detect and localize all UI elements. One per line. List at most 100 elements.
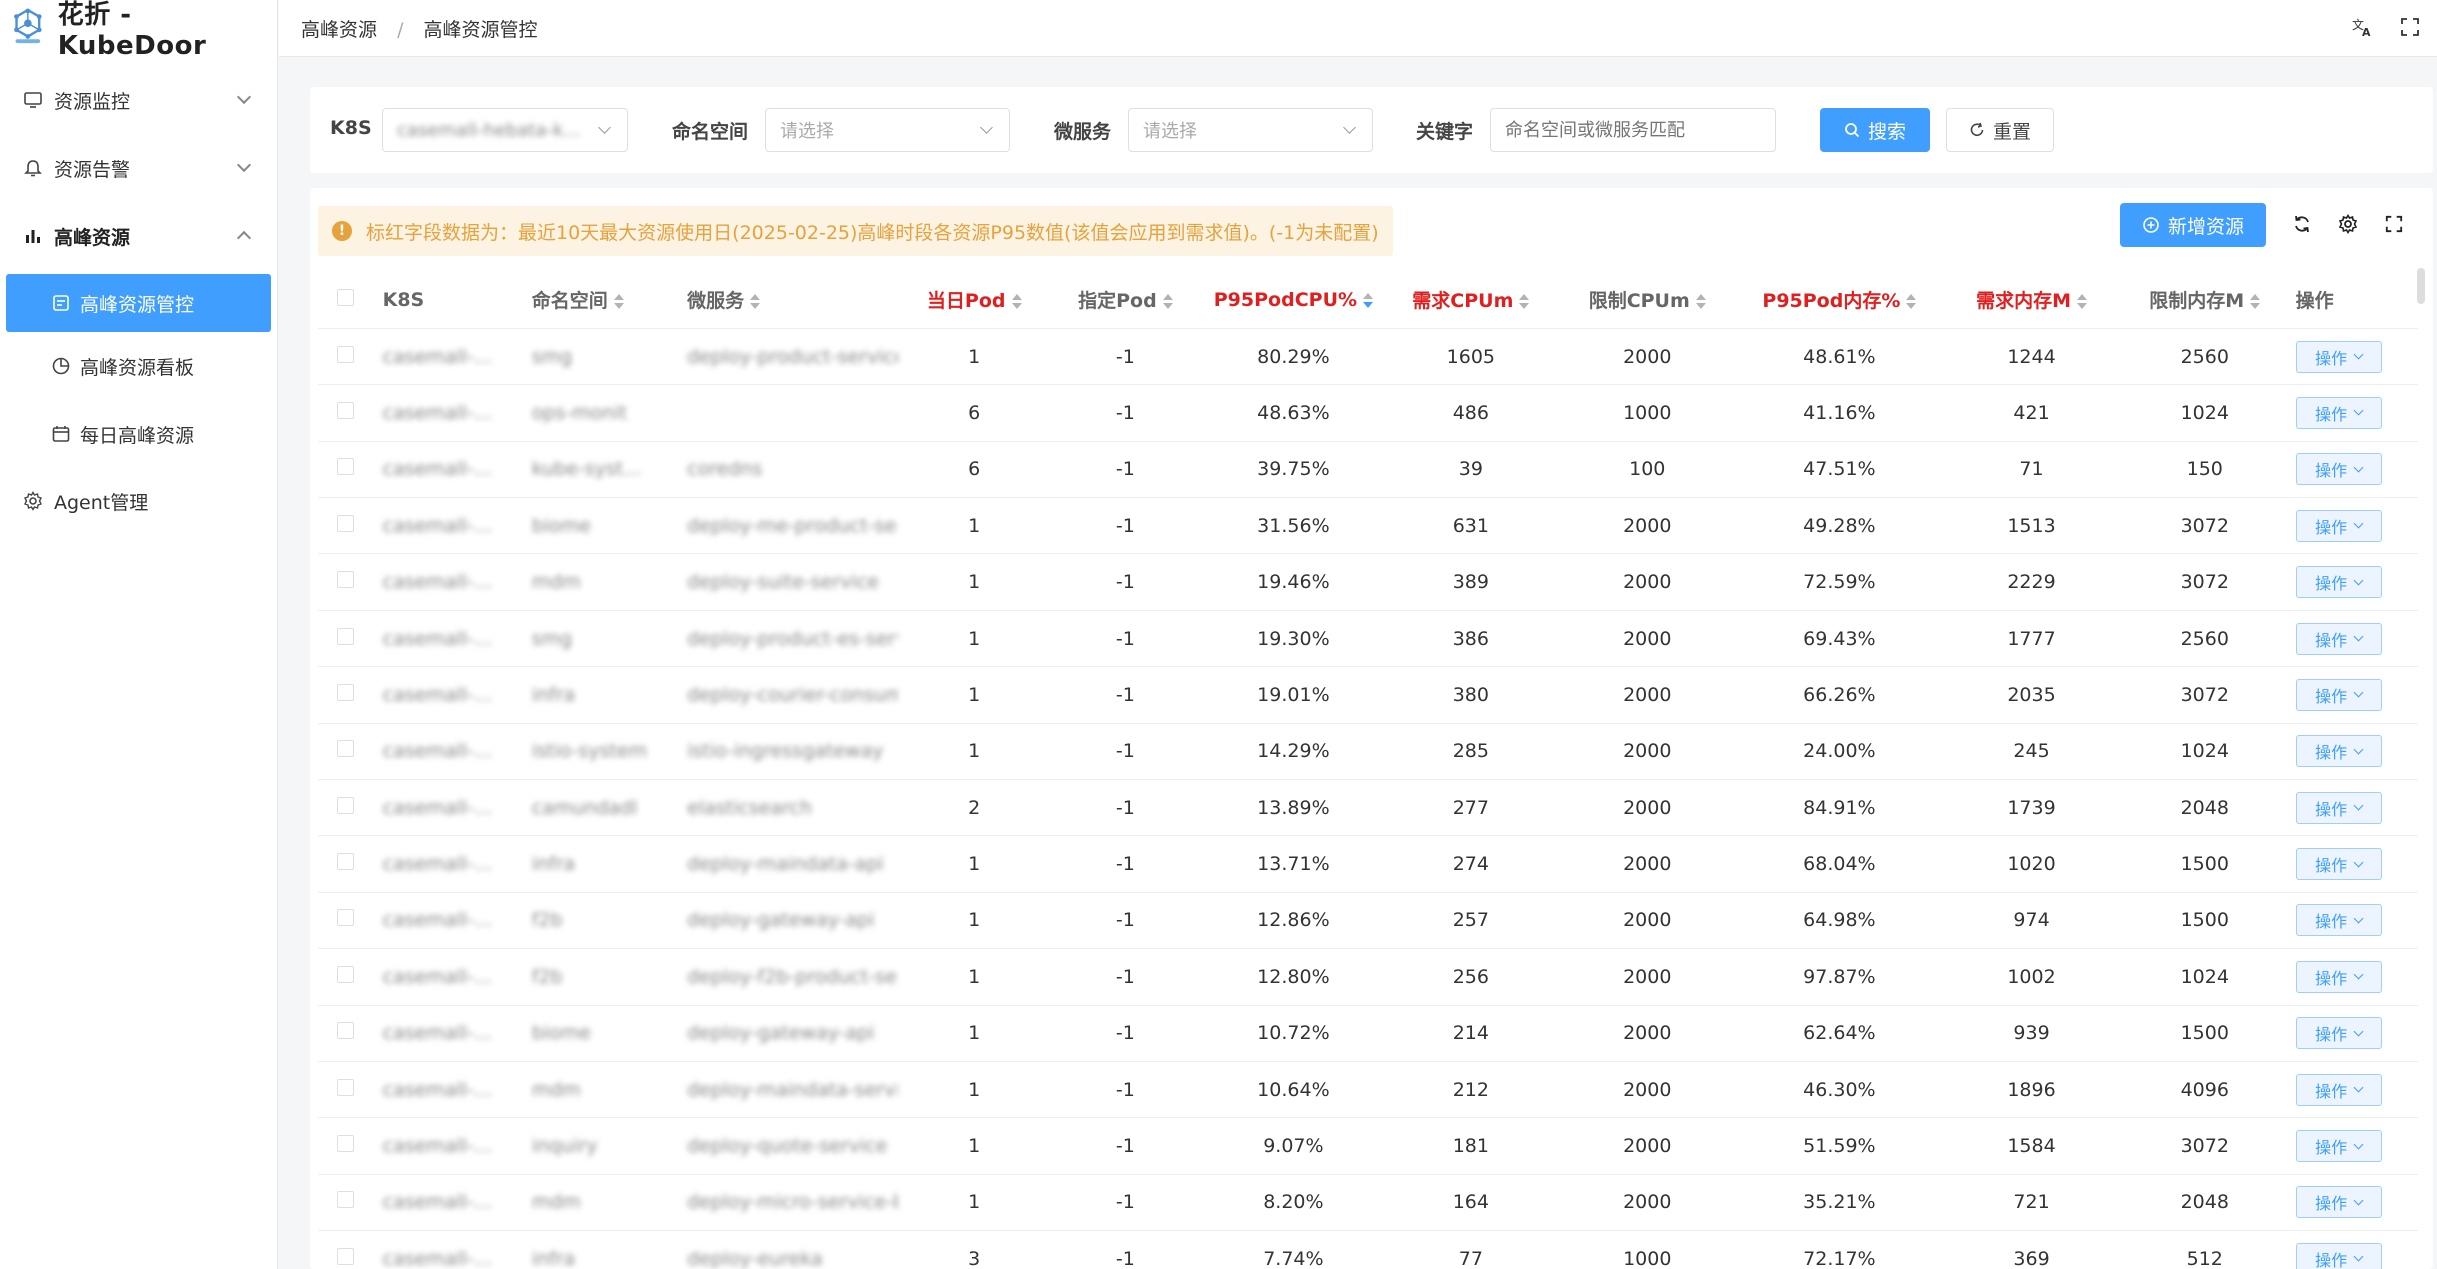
table-row[interactable]: casemall-...infradeploy-courier-consumer…: [318, 666, 2418, 724]
row-checkbox[interactable]: [318, 892, 373, 950]
sort-icon[interactable]: [2076, 294, 2087, 310]
table-row[interactable]: casemall-... inquiry deploy-quote-service 1…: [318, 1117, 2418, 1175]
row-checkbox[interactable]: [318, 723, 373, 781]
column-header-p95-cpu[interactable]: P95PodCPU%: [1199, 272, 1387, 329]
row-action-button[interactable]: 操作: [2295, 1242, 2382, 1269]
column-header-p95-memory[interactable]: P95Pod内存%: [1739, 272, 1940, 329]
row-checkbox[interactable]: [318, 1061, 373, 1119]
row-checkbox[interactable]: [318, 835, 373, 893]
row-action-button[interactable]: 操作: [2295, 960, 2382, 993]
column-header-service[interactable]: 微服务: [677, 272, 898, 329]
cell-request-cpu: 164: [1386, 1174, 1555, 1232]
column-header-today-pod[interactable]: 当日Pod: [897, 272, 1051, 329]
table-row[interactable]: casemall-... f2b deploy-gateway-api 1 -1 12.8…: [318, 892, 2418, 950]
sort-icon[interactable]: [1906, 294, 1917, 310]
row-action-button[interactable]: 操作: [2295, 791, 2382, 824]
cell-assigned-pod: -1: [1050, 835, 1200, 893]
translate-icon[interactable]: 文A: [2349, 14, 2375, 40]
reset-button[interactable]: 重置: [1946, 108, 2054, 152]
row-action-button[interactable]: 操作: [2295, 848, 2382, 881]
table-row[interactable]: casemall-...f2bdeploy-f2b-product-ser...…: [318, 948, 2418, 1006]
sort-icon[interactable]: [2250, 294, 2261, 310]
sort-icon[interactable]: [1695, 294, 1706, 310]
table-row[interactable]: casemall-...mdmdeploy-micro-service-b...…: [318, 1174, 2418, 1232]
column-header-request-cpu[interactable]: 需求CPUm: [1386, 272, 1555, 329]
sidebar-item-peak-resource-control[interactable]: 高峰资源管控: [6, 274, 271, 332]
row-action-button[interactable]: 操作: [2295, 509, 2382, 542]
table-row[interactable]: casemall-... infra deploy-maindata-api 1 -1 1…: [318, 835, 2418, 893]
sort-icon[interactable]: [750, 294, 761, 310]
row-checkbox[interactable]: [318, 1005, 373, 1062]
sort-icon[interactable]: [1363, 292, 1374, 308]
sidebar-item-agent[interactable]: Agent管理: [0, 473, 277, 529]
table-row[interactable]: casemall-... camundadl elasticsearch 2 -1 13.…: [318, 779, 2418, 837]
row-checkbox[interactable]: [318, 948, 373, 1006]
row-action-button[interactable]: 操作: [2295, 678, 2382, 711]
namespace-select[interactable]: 请选择: [765, 108, 1010, 152]
row-checkbox[interactable]: [318, 1117, 373, 1175]
keyword-input[interactable]: [1490, 108, 1776, 152]
table-row[interactable]: casemall-... kube-syst... coredns 6 -1 39.75%…: [318, 441, 2418, 499]
table-row[interactable]: casemall-... ops-monit 6 -1 48.63% 486 1000 41.…: [318, 384, 2418, 442]
scrollbar[interactable]: [2417, 268, 2425, 304]
row-checkbox[interactable]: [318, 779, 373, 837]
row-checkbox[interactable]: [318, 666, 373, 724]
row-action-button[interactable]: 操作: [2295, 1073, 2382, 1106]
table-row[interactable]: casemall-... biome deploy-gateway-api 1 -1 10…: [318, 1005, 2418, 1062]
kubedoor-logo-icon: [14, 8, 42, 44]
sort-icon[interactable]: [1011, 294, 1022, 310]
sidebar-item-resource-alert[interactable]: 资源告警: [0, 146, 277, 190]
cell-assigned-pod: -1: [1050, 1061, 1200, 1119]
row-action-button[interactable]: 操作: [2295, 622, 2382, 655]
cell-limit-cpu: 2000: [1554, 892, 1740, 950]
row-action-button[interactable]: 操作: [2295, 735, 2382, 768]
k8s-select[interactable]: casemall-hebata-k...: [382, 108, 628, 152]
service-select[interactable]: 请选择: [1128, 108, 1373, 152]
breadcrumb-item[interactable]: 高峰资源: [301, 19, 377, 41]
fullscreen-icon[interactable]: [2397, 14, 2423, 40]
row-action-button[interactable]: 操作: [2295, 904, 2382, 937]
row-action-button[interactable]: 操作: [2295, 340, 2382, 373]
table-row[interactable]: casemall-... infra deploy-eureka 3 -1 7.74% 77…: [318, 1230, 2418, 1269]
table-row[interactable]: casemall-... smg deploy-product-service 1 -1…: [318, 328, 2418, 386]
table-row[interactable]: casemall-... istio-system istio-ingressgat…: [318, 723, 2418, 781]
column-header-limit-memory[interactable]: 限制内存M: [2123, 272, 2286, 329]
sidebar-item-daily-peak-resource[interactable]: 每日高峰资源: [0, 395, 277, 473]
add-resource-button[interactable]: 新增资源: [2120, 203, 2266, 247]
table-row[interactable]: casemall-... mdm deploy-suite-service 1 -1 19…: [318, 553, 2418, 611]
select-all-checkbox[interactable]: [318, 272, 373, 329]
row-checkbox[interactable]: [318, 328, 373, 386]
row-checkbox[interactable]: [318, 1174, 373, 1232]
brand[interactable]: 花折 - KubeDoor: [0, 0, 277, 61]
table-row[interactable]: casemall-...smgdeploy-product-es-serv...…: [318, 610, 2418, 668]
row-action-button[interactable]: 操作: [2295, 1186, 2382, 1219]
row-checkbox[interactable]: [318, 553, 373, 611]
row-action-button[interactable]: 操作: [2295, 453, 2382, 486]
sort-icon[interactable]: [1162, 294, 1173, 310]
row-checkbox[interactable]: [318, 384, 373, 442]
settings-icon[interactable]: [2336, 212, 2360, 236]
row-checkbox[interactable]: [318, 610, 373, 668]
row-action-button[interactable]: 操作: [2295, 1130, 2382, 1163]
refresh-icon[interactable]: [2290, 212, 2314, 236]
sidebar-item-peak-resource-board[interactable]: 高峰资源看板: [0, 337, 277, 395]
search-button[interactable]: 搜索: [1820, 108, 1930, 152]
row-checkbox[interactable]: [318, 497, 373, 555]
column-header-limit-cpu[interactable]: 限制CPUm: [1554, 272, 1740, 329]
row-action-button[interactable]: 操作: [2295, 396, 2382, 429]
row-action-button[interactable]: 操作: [2295, 1017, 2382, 1050]
row-checkbox[interactable]: [318, 441, 373, 499]
sidebar-item-peak-resource[interactable]: 高峰资源: [0, 214, 277, 258]
sidebar-item-resource-monitor[interactable]: 资源监控: [0, 78, 277, 122]
table-row[interactable]: casemall-...mdmdeploy-maindata-service1-…: [318, 1061, 2418, 1119]
column-header-namespace[interactable]: 命名空间: [521, 272, 678, 329]
row-checkbox[interactable]: [318, 1230, 373, 1269]
sort-icon[interactable]: [1519, 294, 1530, 310]
row-action-button[interactable]: 操作: [2295, 566, 2382, 599]
cell-request-memory: 245: [1939, 723, 2124, 781]
sort-icon[interactable]: [613, 294, 624, 310]
fullscreen-icon[interactable]: [2382, 212, 2406, 236]
table-row[interactable]: casemall-... biome deploy-me-product-ser..…: [318, 497, 2418, 555]
column-header-request-memory[interactable]: 需求内存M: [1939, 272, 2124, 329]
column-header-assigned-pod[interactable]: 指定Pod: [1050, 272, 1200, 329]
